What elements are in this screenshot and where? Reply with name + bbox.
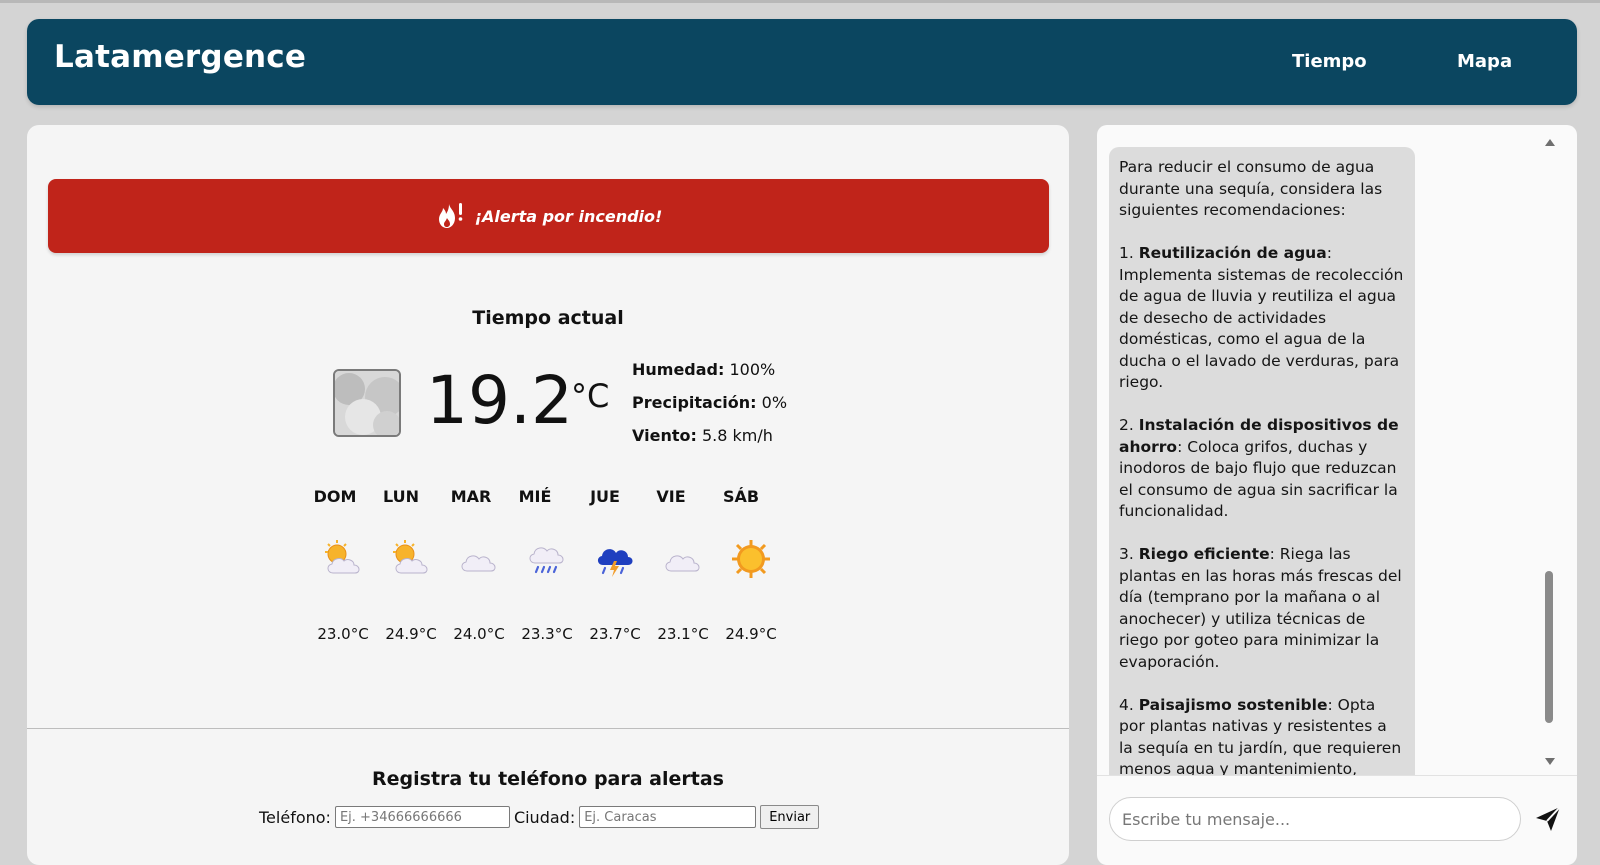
recommendation-item: 1. Reutilización de agua: Implementa sis…: [1119, 243, 1405, 394]
day-name: VIE: [656, 487, 686, 506]
cloud-icon: [665, 555, 700, 572]
message-intro: Para reducir el consumo de agua durante …: [1119, 158, 1383, 219]
recommendation-item: 3. Riego eficiente: Riega las plantas en…: [1119, 544, 1405, 673]
app-header: Latamergence Tiempo Mapa: [27, 19, 1577, 105]
current-stats: Humedad: 100% Precipitación: 0% Viento: …: [632, 353, 787, 452]
brand-logo[interactable]: Latamergence: [54, 39, 306, 75]
chat-scrollbar[interactable]: [1542, 139, 1556, 765]
item-number: 4.: [1119, 695, 1134, 714]
item-number: 2.: [1119, 416, 1134, 434]
day-name: JUE: [590, 487, 620, 506]
section-divider: [27, 728, 1069, 729]
day-name: LUN: [382, 487, 419, 506]
stat-value: 5.8 km/h: [701, 426, 773, 445]
thunderstorm-icon: [597, 549, 633, 577]
send-icon[interactable]: [1534, 805, 1562, 833]
chat-messages[interactable]: Para reducir el consumo de agua durante …: [1097, 125, 1577, 775]
day-temperature: 23.1°C: [657, 625, 709, 643]
item-title: Riego eficiente: [1138, 545, 1270, 563]
item-number: 1.: [1119, 244, 1134, 262]
city-label: Ciudad:: [513, 807, 576, 827]
stat-precipitation: Precipitación: 0%: [632, 386, 787, 419]
recommendation-item: 4. Paisajismo sostenible: Opta por plant…: [1119, 695, 1405, 776]
rain-icon: [529, 547, 564, 574]
stat-label: Precipitación:: [632, 393, 757, 412]
item-number: 3.: [1119, 545, 1134, 563]
register-title: Registra tu teléfono para alertas: [372, 768, 724, 790]
chat-divider: [1097, 775, 1577, 776]
partly-cloudy-icon: [325, 540, 360, 574]
day-name: SÁB: [722, 487, 760, 506]
temperature-unit: °C: [571, 377, 610, 415]
scroll-thumb[interactable]: [1545, 571, 1553, 723]
item-text: : Riega las plantas en las horas más fre…: [1119, 545, 1402, 671]
day-temperature: 23.3°C: [521, 625, 573, 643]
day-name: DOM: [313, 487, 357, 506]
weather-card: ¡Alerta por incendio! Tiempo actual 19.2…: [27, 125, 1069, 865]
stat-wind: Viento: 5.8 km/h: [632, 419, 787, 452]
item-title: Paisajismo sostenible: [1138, 695, 1328, 714]
partly-cloudy-icon: [393, 540, 428, 574]
scroll-down-icon[interactable]: [1545, 758, 1555, 765]
fire-alert-banner[interactable]: ¡Alerta por incendio!: [48, 179, 1049, 253]
phone-input[interactable]: [334, 806, 510, 828]
day-temperature: 24.9°C: [725, 625, 777, 643]
alert-text: ¡Alerta por incendio!: [474, 206, 663, 226]
nav-link-mapa[interactable]: Mapa: [1457, 51, 1512, 72]
submit-button[interactable]: Enviar: [760, 805, 820, 829]
window-top-edge: [0, 0, 1600, 3]
day-temperature: 23.0°C: [317, 625, 369, 643]
stat-value: 100%: [729, 360, 776, 379]
current-weather-title: Tiempo actual: [472, 307, 624, 329]
cloudy-icon: [333, 369, 401, 437]
stat-humidity: Humedad: 100%: [632, 353, 787, 386]
chat-message-input[interactable]: [1109, 797, 1521, 841]
cloud-icon: [461, 555, 496, 572]
day-temperature: 24.0°C: [453, 625, 505, 643]
day-name: MIÉ: [518, 487, 552, 506]
stat-label: Viento:: [632, 426, 697, 445]
day-temperature: 24.9°C: [385, 625, 437, 643]
fire-alert-icon: [438, 203, 462, 228]
current-temperature: 19.2: [426, 362, 573, 439]
item-title: Reutilización de agua: [1138, 244, 1327, 262]
assistant-message: Para reducir el consumo de agua durante …: [1109, 147, 1415, 775]
day-temperature: 23.7°C: [589, 625, 641, 643]
stat-value: 0%: [761, 393, 788, 412]
register-form: Teléfono: Ciudad: Enviar: [259, 805, 820, 829]
day-name: MAR: [450, 487, 492, 506]
city-input[interactable]: [579, 806, 757, 828]
recommendation-item: 2. Instalación de dispositivos de ahorro…: [1119, 415, 1405, 523]
phone-label: Teléfono:: [259, 807, 331, 827]
scroll-up-icon[interactable]: [1545, 139, 1555, 146]
item-text: : Implementa sistemas de recolección de …: [1119, 244, 1404, 391]
nav-link-tiempo[interactable]: Tiempo: [1292, 51, 1367, 72]
stat-label: Humedad:: [632, 360, 725, 379]
chat-panel: Para reducir el consumo de agua durante …: [1097, 125, 1577, 865]
sun-icon: [732, 540, 770, 578]
